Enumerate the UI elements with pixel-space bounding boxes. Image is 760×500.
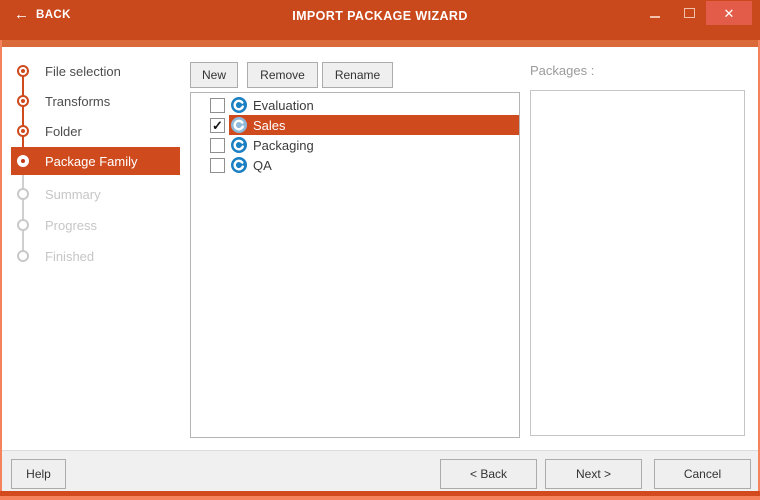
step-marker-icon <box>17 250 29 262</box>
step-marker-icon <box>17 219 29 231</box>
wizard-step-finished[interactable]: Finished <box>0 242 185 270</box>
wizard-step-folder[interactable]: Folder <box>0 117 185 145</box>
family-row-sales[interactable]: ✓ Sales <box>191 115 519 135</box>
titlebar-accent-strip <box>0 40 760 47</box>
close-icon: ✕ <box>723 5 735 21</box>
family-row-content[interactable]: QA <box>229 155 519 175</box>
import-package-wizard-window: ← BACK IMPORT PACKAGE WIZARD ✕ File sele… <box>0 0 760 500</box>
step-label: Folder <box>45 123 82 139</box>
package-family-icon <box>231 117 247 133</box>
cancel-button[interactable]: Cancel <box>654 459 751 489</box>
wizard-step-package-family[interactable]: Package Family <box>0 147 185 175</box>
wizard-step-progress[interactable]: Progress <box>0 211 185 239</box>
family-row-content[interactable]: Evaluation <box>229 95 519 115</box>
package-family-icon <box>231 137 247 153</box>
packages-label: Packages : <box>530 63 595 78</box>
rename-button[interactable]: Rename <box>322 62 393 88</box>
step-marker-icon <box>17 188 29 200</box>
checkbox-unchecked[interactable] <box>210 97 225 113</box>
wizard-step-summary[interactable]: Summary <box>0 180 185 208</box>
next-button[interactable]: Next > <box>545 459 642 489</box>
package-family-list[interactable]: Evaluation ✓ Sales Packaging QA <box>190 92 520 438</box>
family-row-label: QA <box>253 157 272 173</box>
window-controls: ✕ <box>638 0 752 26</box>
window-border-bottom-edge <box>0 496 760 500</box>
step-label: Package Family <box>45 153 138 169</box>
back-button[interactable]: < Back <box>440 459 537 489</box>
package-family-icon <box>231 157 247 173</box>
maximize-button[interactable] <box>672 1 706 25</box>
family-row-content[interactable]: Packaging <box>229 135 519 155</box>
step-label: Progress <box>45 217 98 233</box>
help-button[interactable]: Help <box>11 459 66 489</box>
family-row-label: Evaluation <box>253 97 314 113</box>
wizard-step-file-selection[interactable]: File selection <box>0 57 185 85</box>
maximize-icon <box>683 8 695 18</box>
close-button[interactable]: ✕ <box>706 1 752 25</box>
minimize-button[interactable] <box>638 1 672 25</box>
titlebar: ← BACK IMPORT PACKAGE WIZARD ✕ <box>0 0 760 40</box>
remove-button[interactable]: Remove <box>247 62 318 88</box>
wizard-steps-sidebar: File selection Transforms Folder Package Fa… <box>0 47 185 450</box>
step-marker-icon <box>17 95 29 107</box>
minimize-icon <box>650 16 660 18</box>
step-label: Summary <box>45 186 101 202</box>
step-label: Transforms <box>45 93 111 109</box>
step-marker-icon <box>17 125 29 137</box>
family-row-label: Sales <box>253 117 286 133</box>
step-marker-icon <box>17 155 29 167</box>
family-row-evaluation[interactable]: Evaluation <box>191 95 519 115</box>
package-family-icon <box>231 97 247 113</box>
step-label: Finished <box>45 248 95 264</box>
footer-bar <box>0 450 760 492</box>
family-row-content[interactable]: Sales <box>229 115 519 135</box>
step-label: File selection <box>45 63 121 79</box>
checkbox-unchecked[interactable] <box>210 157 225 173</box>
wizard-step-transforms[interactable]: Transforms <box>0 87 185 115</box>
family-row-packaging[interactable]: Packaging <box>191 135 519 155</box>
checkbox-checked[interactable]: ✓ <box>210 117 225 133</box>
window-border-left <box>0 40 2 500</box>
checkbox-unchecked[interactable] <box>210 137 225 153</box>
new-button[interactable]: New <box>190 62 238 88</box>
family-row-label: Packaging <box>253 137 314 153</box>
family-row-qa[interactable]: QA <box>191 155 519 175</box>
packages-list-box[interactable] <box>530 90 745 436</box>
step-marker-icon <box>17 65 29 77</box>
